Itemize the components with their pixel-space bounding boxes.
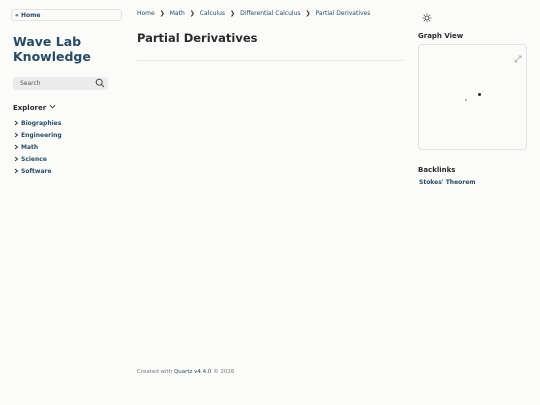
backlinks-title: Backlinks (418, 166, 456, 174)
breadcrumb-item-current: Partial Derivatives (315, 10, 371, 17)
graph-node-current[interactable] (478, 93, 481, 96)
breadcrumb-item-differential-calculus[interactable]: Differential Calculus (240, 10, 300, 17)
search-icon[interactable] (95, 78, 105, 88)
chevron-right-icon (14, 120, 19, 126)
graph-node-link[interactable] (465, 99, 467, 101)
breadcrumb: Home ❯ Math ❯ Calculus ❯ Differential Ca… (137, 10, 370, 17)
breadcrumb-item-home[interactable]: Home (137, 10, 155, 17)
expand-icon[interactable] (514, 48, 522, 63)
breadcrumb-separator: ❯ (230, 10, 236, 17)
chevron-right-icon (14, 144, 19, 150)
footer-suffix: © 2026 (213, 369, 235, 375)
breadcrumb-separator: ❯ (159, 10, 165, 17)
footer-prefix: Created with (137, 369, 173, 375)
breadcrumb-item-math[interactable]: Math (170, 10, 185, 17)
home-link[interactable]: « Home (11, 9, 122, 21)
footer-quartz-link[interactable]: Quartz v4.4.0 (174, 369, 212, 375)
explorer-toggle[interactable]: Explorer (13, 103, 56, 112)
chevron-right-icon (14, 156, 19, 162)
explorer-item-label: Software (21, 167, 52, 175)
explorer-list: Biographies Engineering Math Science Sof… (13, 117, 62, 177)
breadcrumb-separator: ❯ (189, 10, 195, 17)
graph-view[interactable] (418, 44, 527, 150)
site-title[interactable]: Wave Lab Knowledge (13, 34, 123, 64)
breadcrumb-item-calculus[interactable]: Calculus (200, 10, 225, 17)
explorer-item-label: Science (21, 155, 47, 163)
explorer-label: Explorer (13, 103, 47, 112)
footer: Created with Quartz v4.4.0 © 2026 (137, 369, 234, 375)
explorer-item-math[interactable]: Math (13, 141, 62, 153)
chevron-right-icon (14, 168, 19, 174)
page-title: Partial Derivatives (137, 31, 258, 45)
sun-icon[interactable] (422, 8, 432, 23)
chevron-down-icon (49, 103, 56, 112)
graph-view-title: Graph View (418, 32, 464, 40)
breadcrumb-separator: ❯ (305, 10, 311, 17)
explorer-item-science[interactable]: Science (13, 153, 62, 165)
page: « Home Wave Lab Knowledge Search Explore… (0, 0, 540, 405)
content-divider (137, 60, 403, 61)
explorer-item-label: Biographies (21, 119, 62, 127)
explorer-item-engineering[interactable]: Engineering (13, 129, 62, 141)
chevron-right-icon (14, 132, 19, 138)
explorer-item-label: Math (21, 143, 39, 151)
explorer-item-software[interactable]: Software (13, 165, 62, 177)
explorer-item-biographies[interactable]: Biographies (13, 117, 62, 129)
search-input[interactable]: Search (13, 77, 108, 90)
search-placeholder: Search (20, 80, 41, 87)
explorer-item-label: Engineering (21, 131, 62, 139)
backlink-stokes-theorem[interactable]: Stokes' Theorem (419, 179, 476, 186)
